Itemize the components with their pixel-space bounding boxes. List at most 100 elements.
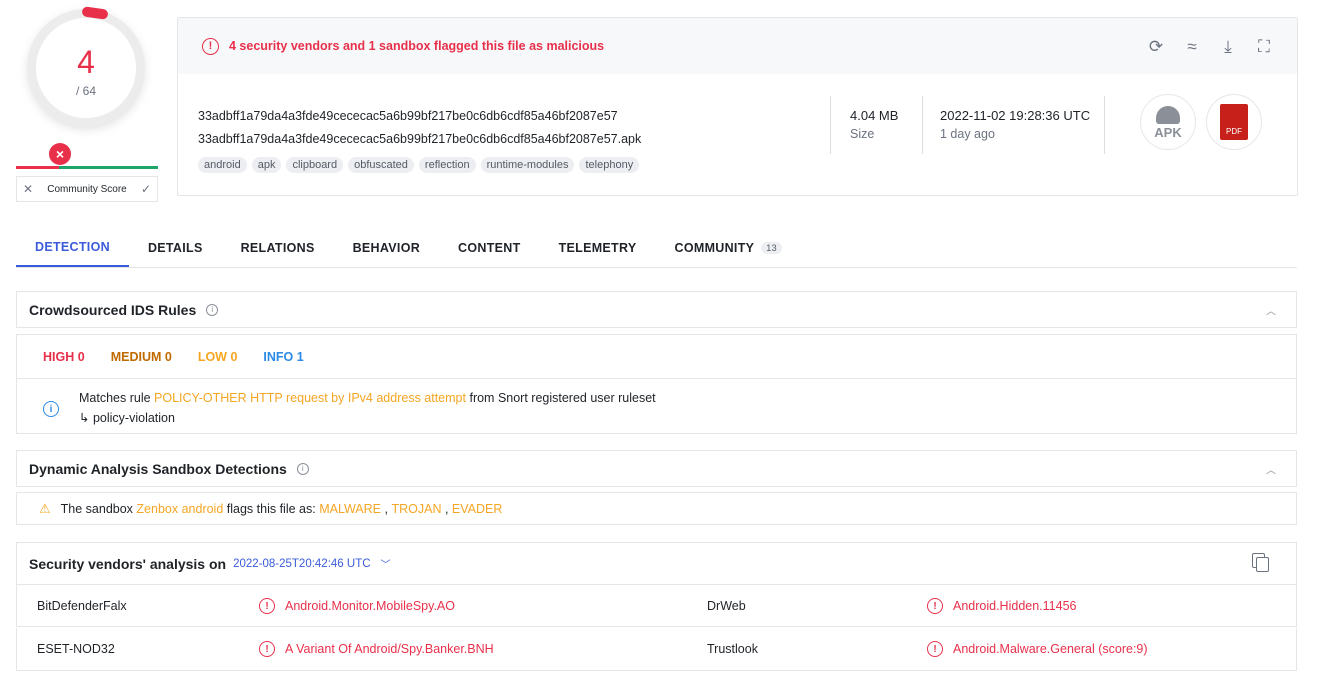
tag[interactable]: android — [198, 157, 247, 173]
sandbox-flag[interactable]: EVADER — [452, 502, 502, 516]
sandbox-prefix: The sandbox — [60, 501, 133, 516]
tab-detection[interactable]: DETECTION — [16, 228, 129, 267]
analysis-date[interactable]: 2022-08-25T20:42:46 UTC — [233, 558, 370, 570]
tab-label: DETECTION — [35, 239, 110, 254]
android-icon — [1156, 105, 1180, 124]
alert-icon: ! — [202, 37, 219, 55]
last-analysis-date: 2022-11-02 19:28:36 UTC — [940, 108, 1091, 123]
sandbox-flag[interactable]: MALWARE — [319, 502, 381, 516]
sandbox-flag[interactable]: TROJAN — [391, 502, 441, 516]
sandbox-name-link[interactable]: Zenbox android — [136, 502, 223, 516]
table-row: ESET-NOD32 ! A Variant Of Android/Spy.Ba… — [16, 628, 1297, 671]
divider — [830, 96, 831, 154]
alert-text: 4 security vendors and 1 sandbox flagged… — [229, 39, 605, 53]
tab-telemetry[interactable]: TELEMETRY — [540, 228, 656, 267]
summary-actions: ⟳ ≈ ⤓ ⛶ — [1145, 36, 1275, 58]
tab-community[interactable]: COMMUNITY 13 — [656, 228, 801, 267]
community-count-badge: 13 — [761, 241, 782, 254]
tag[interactable]: runtime-modules — [480, 157, 575, 173]
alert-icon: ! — [259, 641, 275, 657]
tab-label: TELEMETRY — [558, 240, 637, 255]
community-score-label: Community Score — [47, 183, 127, 195]
tag[interactable]: reflection — [418, 157, 476, 173]
filetype-apk: APK — [1140, 94, 1196, 150]
score-gauge: 4 / 64 — [36, 18, 136, 118]
tab-label: BEHAVIOR — [352, 240, 421, 255]
chevron-up-icon[interactable]: ︿ — [1266, 302, 1276, 317]
vendor-name: DrWeb — [707, 599, 746, 613]
tab-label: COMMUNITY — [674, 240, 755, 255]
tag[interactable]: apk — [251, 157, 282, 173]
community-score-bar — [16, 166, 158, 169]
sandbox-detections-header[interactable]: Dynamic Analysis Sandbox Detections i ︿ — [16, 450, 1297, 487]
tab-label: CONTENT — [458, 240, 521, 255]
pdf-icon-label: PDF — [1226, 127, 1242, 136]
detection-count: 4 — [77, 44, 95, 80]
rule-class-text: policy-violation — [92, 411, 175, 425]
severity-high[interactable]: HIGH 0 — [43, 350, 85, 364]
detection-label: Android.Hidden.11456 — [953, 599, 1077, 613]
sandbox-middle: flags this file as: — [226, 501, 316, 516]
file-size: 4.04 MB — [850, 108, 899, 123]
rule-prefix: Matches rule — [79, 391, 151, 405]
filetype-apk-label: APK — [1154, 124, 1182, 140]
info-icon[interactable]: i — [206, 303, 219, 316]
vendor-result: ! Android.Monitor.MobileSpy.AO — [259, 598, 455, 614]
vendor-name: ESET-NOD32 — [37, 642, 115, 656]
pdf-icon: PDF — [1220, 104, 1248, 140]
copy-icon[interactable] — [1252, 553, 1269, 572]
vendors-title: Security vendors' analysis on — [29, 555, 227, 572]
ids-severity-summary: HIGH 0 MEDIUM 0 LOW 0 INFO 1 — [16, 334, 1297, 378]
tag[interactable]: obfuscated — [348, 157, 414, 173]
report-tabs: DETECTION DETAILS RELATIONS BEHAVIOR CON… — [16, 228, 1297, 268]
vendor-result: ! A Variant Of Android/Spy.Banker.BNH — [259, 641, 494, 657]
tab-relations[interactable]: RELATIONS — [222, 228, 334, 267]
similar-icon[interactable]: ≈ — [1181, 36, 1203, 58]
vendor-name: BitDefenderFalx — [37, 599, 127, 613]
alert-icon: ! — [927, 598, 943, 614]
alert-icon: ! — [927, 641, 943, 657]
community-score-row: ✕ Community Score ✓ — [16, 176, 158, 202]
vote-malicious-icon[interactable]: ✕ — [23, 182, 33, 196]
detection-score-widget: 4 / 64 × ✕ Community Score ✓ — [16, 6, 158, 204]
tab-label: DETAILS — [147, 240, 203, 255]
ids-rule-text: Matches rule POLICY-OTHER HTTP request b… — [79, 391, 656, 405]
graph-icon[interactable]: ⛶ — [1253, 36, 1275, 58]
tab-content[interactable]: CONTENT — [439, 228, 540, 267]
ids-rules-header[interactable]: Crowdsourced IDS Rules i ︿ — [16, 291, 1297, 328]
divider — [1104, 96, 1105, 154]
ids-rules-title: Crowdsourced IDS Rules — [29, 301, 197, 318]
info-circle-icon: i — [43, 401, 59, 417]
ids-rule-item: i Matches rule POLICY-OTHER HTTP request… — [16, 378, 1297, 434]
vendor-result: ! Android.Hidden.11456 — [927, 598, 1076, 614]
tag[interactable]: clipboard — [286, 157, 344, 173]
flag-separator: , — [444, 501, 449, 516]
vendor-name: Trustlook — [707, 642, 758, 656]
file-hash[interactable]: 33adbff1a79da4a3fde49cececac5a6b99bf217b… — [198, 109, 618, 123]
detection-label: Android.Monitor.MobileSpy.AO — [285, 599, 455, 613]
severity-info[interactable]: INFO 1 — [263, 350, 303, 364]
rule-name-link[interactable]: POLICY-OTHER HTTP request by IPv4 addres… — [154, 391, 466, 405]
download-icon[interactable]: ⤓ — [1217, 36, 1239, 58]
alert-icon: ! — [259, 598, 275, 614]
detection-label: Android.Malware.General (score:9) — [953, 642, 1148, 656]
last-analysis-ago: 1 day ago — [940, 127, 995, 141]
rule-suffix: from Snort registered user ruleset — [469, 391, 656, 405]
severity-medium[interactable]: MEDIUM 0 — [111, 350, 172, 364]
subitem-arrow-icon: ↳ — [79, 411, 90, 425]
file-tags: android apk clipboard obfuscated reflect… — [198, 157, 640, 173]
reanalyze-icon[interactable]: ⟳ — [1145, 36, 1167, 58]
warning-icon: ⚠ — [39, 500, 51, 516]
vendor-result: ! Android.Malware.General (score:9) — [927, 641, 1148, 657]
file-size-label: Size — [850, 127, 875, 141]
info-icon[interactable]: i — [296, 462, 309, 475]
tab-label: RELATIONS — [240, 240, 315, 255]
vote-harmless-icon[interactable]: ✓ — [141, 182, 151, 196]
tab-details[interactable]: DETAILS — [129, 228, 222, 267]
table-row: BitDefenderFalx ! Android.Monitor.Mobile… — [16, 584, 1297, 627]
chevron-up-icon[interactable]: ︿ — [1266, 461, 1276, 476]
tag[interactable]: telephony — [579, 157, 640, 173]
chevron-down-icon[interactable]: ﹀ — [381, 556, 391, 571]
severity-low[interactable]: LOW 0 — [198, 350, 238, 364]
tab-behavior[interactable]: BEHAVIOR — [334, 228, 439, 267]
